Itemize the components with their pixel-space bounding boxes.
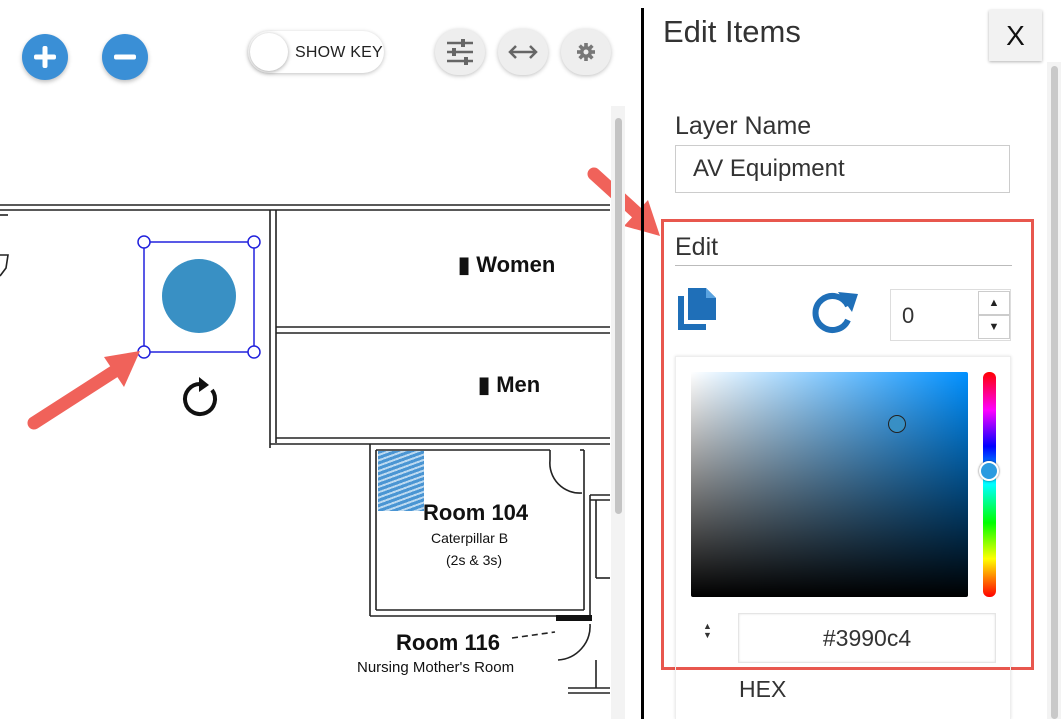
annotation-arrow-left bbox=[27, 351, 140, 430]
settings-button[interactable] bbox=[561, 29, 611, 75]
resize-handle-bottom-right[interactable] bbox=[247, 345, 261, 359]
saturation-cursor[interactable] bbox=[888, 415, 906, 433]
show-key-toggle[interactable]: SHOW KEY bbox=[248, 31, 384, 73]
layer-name-input[interactable]: AV Equipment bbox=[675, 145, 1010, 193]
close-button[interactable]: X bbox=[989, 10, 1042, 61]
hue-slider[interactable] bbox=[983, 372, 996, 597]
person-icon: ▮ bbox=[458, 252, 471, 277]
zoom-in-button[interactable] bbox=[22, 34, 68, 80]
color-format-toggle[interactable]: ▲ ▼ bbox=[703, 622, 712, 640]
women-restroom: ▮ Women bbox=[458, 252, 555, 278]
hue-slider-knob[interactable] bbox=[979, 461, 999, 481]
layer-name-label: Layer Name bbox=[675, 112, 812, 140]
room-name: Women bbox=[476, 252, 556, 277]
hex-format-label: HEX bbox=[739, 676, 787, 702]
resize-button[interactable] bbox=[498, 29, 548, 75]
plus-icon bbox=[34, 46, 56, 68]
horizontal-arrows-icon bbox=[508, 45, 538, 59]
chevron-down-icon: ▼ bbox=[703, 630, 712, 640]
rotate-handle-icon[interactable] bbox=[183, 377, 217, 416]
panel-scrollbar-thumb[interactable] bbox=[1051, 66, 1058, 719]
edit-section-divider bbox=[675, 265, 1012, 266]
resize-handle-top-right[interactable] bbox=[247, 235, 261, 249]
gear-icon bbox=[577, 43, 595, 61]
panel-divider bbox=[641, 8, 644, 719]
map-scrollbar-thumb[interactable] bbox=[615, 118, 622, 514]
room-104-shaded-item[interactable] bbox=[378, 451, 424, 511]
rotation-decrement-button[interactable]: ▼ bbox=[978, 315, 1010, 339]
room-104-name: Room 104 bbox=[423, 500, 529, 525]
room-116-name: Room 116 bbox=[396, 630, 500, 655]
saturation-area[interactable] bbox=[691, 372, 968, 597]
resize-handle-top-left[interactable] bbox=[137, 235, 151, 249]
room-name: Men bbox=[496, 372, 541, 397]
rotation-increment-button[interactable]: ▲ bbox=[978, 291, 1010, 315]
person-icon: ▮ bbox=[478, 372, 491, 397]
edit-section-label: Edit bbox=[675, 233, 719, 261]
rotation-angle-value: 0 bbox=[902, 303, 915, 328]
men-restroom: ▮ Men bbox=[478, 372, 540, 398]
hex-color-input[interactable]: #3990c4 bbox=[738, 613, 996, 663]
room-116-subtitle: Nursing Mother's Room bbox=[357, 659, 515, 676]
show-key-label: SHOW KEY bbox=[295, 44, 383, 61]
copy-icon[interactable] bbox=[672, 284, 720, 334]
rotate-icon[interactable] bbox=[808, 284, 860, 336]
av-equipment-circle[interactable] bbox=[162, 259, 236, 333]
sliders-icon bbox=[447, 39, 473, 65]
panel-title: Edit Items bbox=[663, 14, 801, 49]
selected-item[interactable] bbox=[130, 230, 270, 430]
filter-button[interactable] bbox=[435, 29, 485, 75]
zoom-out-button[interactable] bbox=[102, 34, 148, 80]
room-104-detail: (2s & 3s) bbox=[446, 552, 503, 568]
minus-icon bbox=[114, 54, 136, 60]
toggle-knob[interactable] bbox=[250, 33, 288, 71]
room-104-subtitle: Caterpillar B bbox=[431, 530, 509, 546]
